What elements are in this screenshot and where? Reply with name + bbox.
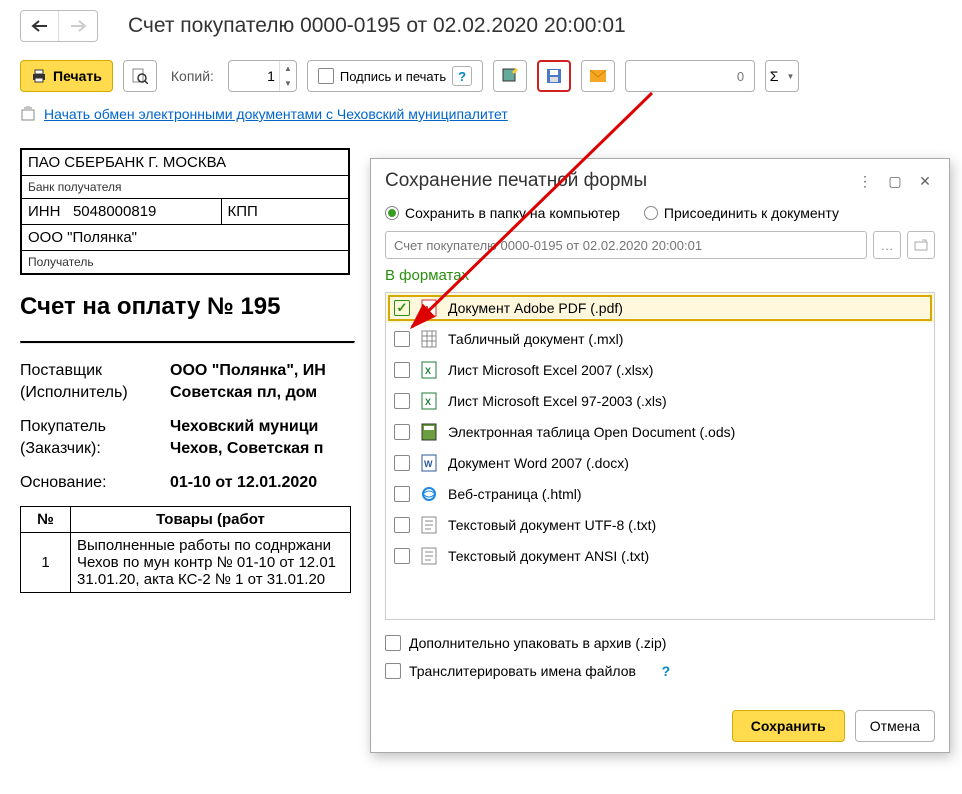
svg-text:X: X [425,397,431,407]
email-button[interactable] [581,60,615,92]
svg-text:W: W [424,459,433,469]
radio-attach-doc[interactable]: Присоединить к документу [644,205,839,221]
bank-details-table: ПАО СБЕРБАНК Г. МОСКВА Банк получателя И… [20,148,350,275]
save-dialog: Сохранение печатной формы ⋮ ▢ ✕ Сохранит… [370,158,950,753]
count-display: 0 [625,60,755,92]
item-description: Выполненные работы по соднржани Чехов по… [71,533,351,593]
svg-text:X: X [425,366,431,376]
format-label: Документ Word 2007 (.docx) [448,455,629,471]
txt-icon [420,547,438,565]
dialog-more-icon[interactable]: ⋮ [853,169,877,193]
format-row[interactable]: X Лист Microsoft Excel 2007 (.xlsx) [386,355,934,386]
sigma-icon: Σ [770,68,779,84]
copies-label: Копий: [171,68,214,84]
edit-button[interactable] [493,60,527,92]
page-title: Счет покупателю 0000-0195 от 02.02.2020 … [128,14,626,38]
copies-spinner[interactable]: ▲ ▼ [228,60,297,92]
format-checkbox[interactable] [394,362,410,378]
format-label: Лист Microsoft Excel 2007 (.xlsx) [448,362,653,378]
envelope-icon [590,70,606,82]
format-row[interactable]: Веб-страница (.html) [386,479,934,510]
html-icon [420,485,438,503]
bank-name: ПАО СБЕРБАНК Г. МОСКВА [21,149,349,176]
translit-option[interactable]: Транслитерировать имена файлов ? [385,656,935,686]
xls-icon: X [420,361,438,379]
formats-label: В форматах [385,267,935,284]
format-row[interactable]: X Лист Microsoft Excel 97-2003 (.xls) [386,386,934,417]
sigma-button[interactable]: Σ ▼ [765,60,799,92]
doc-icon: W [420,454,438,472]
formats-list[interactable]: A Документ Adobe PDF (.pdf) Табличный доку… [385,292,935,620]
format-checkbox[interactable] [394,486,410,502]
recipient-label: Получатель [21,251,349,275]
format-label: Документ Adobe PDF (.pdf) [448,300,623,316]
format-row[interactable]: A Документ Adobe PDF (.pdf) [386,293,934,324]
mxl-icon [420,330,438,348]
folder-open-icon [914,238,928,252]
format-checkbox[interactable] [394,424,410,440]
format-row[interactable]: Электронная таблица Open Document (.ods) [386,417,934,448]
dialog-title: Сохранение печатной формы [385,170,847,192]
help-icon[interactable]: ? [656,661,676,681]
sign-stamp-toggle[interactable]: Подпись и печать ? [307,60,483,92]
pdf-icon: A [420,299,438,317]
format-checkbox[interactable] [394,331,410,347]
format-label: Текстовый документ ANSI (.txt) [448,548,649,564]
preview-button[interactable] [123,60,157,92]
xls-icon: X [420,392,438,410]
dialog-close-icon[interactable]: ✕ [913,169,937,193]
format-checkbox[interactable] [394,517,410,533]
spinner-down[interactable]: ▼ [280,76,296,91]
browse-button[interactable]: … [873,231,901,259]
svg-text:A: A [424,305,430,314]
format-label: Веб-страница (.html) [448,486,582,502]
sign-stamp-checkbox[interactable] [318,68,334,84]
arrow-right-icon [69,20,87,32]
dialog-cancel-button[interactable]: Отмена [855,710,935,742]
help-icon[interactable]: ? [452,66,472,86]
format-row[interactable]: Табличный документ (.mxl) [386,324,934,355]
ods-icon [420,423,438,441]
format-label: Табличный документ (.mxl) [448,331,623,347]
dialog-save-button[interactable]: Сохранить [732,710,845,742]
format-label: Лист Microsoft Excel 97-2003 (.xls) [448,393,667,409]
edo-link[interactable]: Начать обмен электронными документами с … [44,106,508,122]
floppy-icon [546,68,562,84]
nav-forward-button[interactable] [59,11,97,41]
org-name: ООО "Полянка" [21,225,349,251]
open-folder-button[interactable] [907,231,935,259]
format-checkbox[interactable] [394,455,410,471]
copies-input[interactable] [229,68,279,84]
zip-option[interactable]: Дополнительно упаковать в архив (.zip) [385,630,935,656]
format-row[interactable]: Текстовый документ UTF-8 (.txt) [386,510,934,541]
format-checkbox[interactable] [394,548,410,564]
spinner-up[interactable]: ▲ [280,61,296,76]
filename-input[interactable] [385,231,867,259]
dialog-maximize-icon[interactable]: ▢ [883,169,907,193]
format-checkbox[interactable] [394,300,410,316]
bank-label: Банк получателя [21,176,349,199]
magnifier-icon [132,68,148,84]
format-label: Текстовый документ UTF-8 (.txt) [448,517,656,533]
format-row[interactable]: W Документ Word 2007 (.docx) [386,448,934,479]
format-row[interactable]: Текстовый документ ANSI (.txt) [386,541,934,572]
radio-save-folder[interactable]: Сохранить в папку на компьютер [385,205,620,221]
txt-icon [420,516,438,534]
save-button[interactable] [537,60,571,92]
format-label: Электронная таблица Open Document (.ods) [448,424,735,440]
grid-pencil-icon [502,68,518,84]
arrow-left-icon [31,20,49,32]
nav-back-button[interactable] [21,11,59,41]
print-button[interactable]: Печать [20,60,113,92]
printer-icon [31,68,47,84]
items-table: №Товары (работ 1Выполненные работы по со… [20,506,351,593]
format-checkbox[interactable] [394,393,410,409]
exchange-icon [20,106,36,122]
